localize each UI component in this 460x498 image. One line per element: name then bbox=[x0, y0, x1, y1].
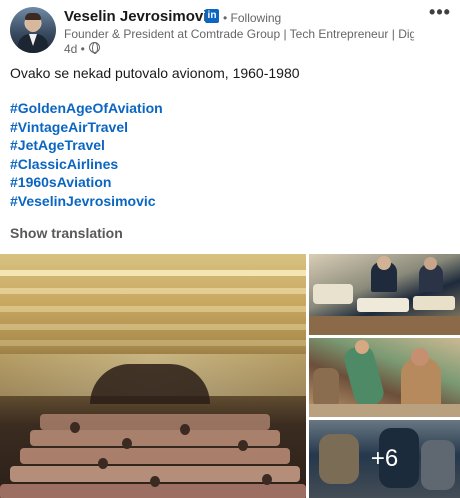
follow-status: • Following bbox=[223, 11, 282, 25]
more-photos-count[interactable]: +6 bbox=[309, 420, 460, 498]
cabin-photo-stewardess[interactable] bbox=[309, 338, 460, 417]
post-header: Veselin Jevrosimovic in • Following Foun… bbox=[0, 0, 460, 60]
show-translation-button[interactable]: Show translation bbox=[10, 225, 123, 241]
hashtag-link[interactable]: #VintageAirTravel bbox=[10, 118, 163, 137]
hashtag-link[interactable]: #GoldenAgeOfAviation bbox=[10, 99, 163, 118]
post-timestamp: 4d • bbox=[64, 42, 85, 56]
hashtag-link[interactable]: #JetAgeTravel bbox=[10, 136, 163, 155]
linkedin-premium-badge-icon: in bbox=[205, 9, 219, 23]
cabin-photo-main[interactable] bbox=[0, 254, 306, 498]
post-text: Ovako se nekad putovalo avionom, 1960-19… bbox=[10, 65, 300, 81]
author-avatar[interactable] bbox=[10, 7, 56, 53]
author-name[interactable]: Veselin Jevrosimovic bbox=[64, 8, 216, 25]
hashtag-link[interactable]: #ClassicAirlines bbox=[10, 155, 163, 174]
hashtag-link[interactable]: #1960sAviation bbox=[10, 173, 163, 192]
more-options-button[interactable]: ••• bbox=[428, 2, 452, 22]
hashtag-link[interactable]: #VeselinJevrosimovic bbox=[10, 192, 163, 211]
cabin-photo-more[interactable]: +6 bbox=[309, 420, 460, 498]
globe-icon bbox=[89, 42, 100, 54]
cabin-photo-dining[interactable] bbox=[309, 254, 460, 335]
media-grid: +6 bbox=[0, 254, 460, 498]
hashtag-list: #GoldenAgeOfAviation #VintageAirTravel #… bbox=[10, 99, 163, 210]
author-headline: Founder & President at Comtrade Group | … bbox=[64, 27, 414, 41]
